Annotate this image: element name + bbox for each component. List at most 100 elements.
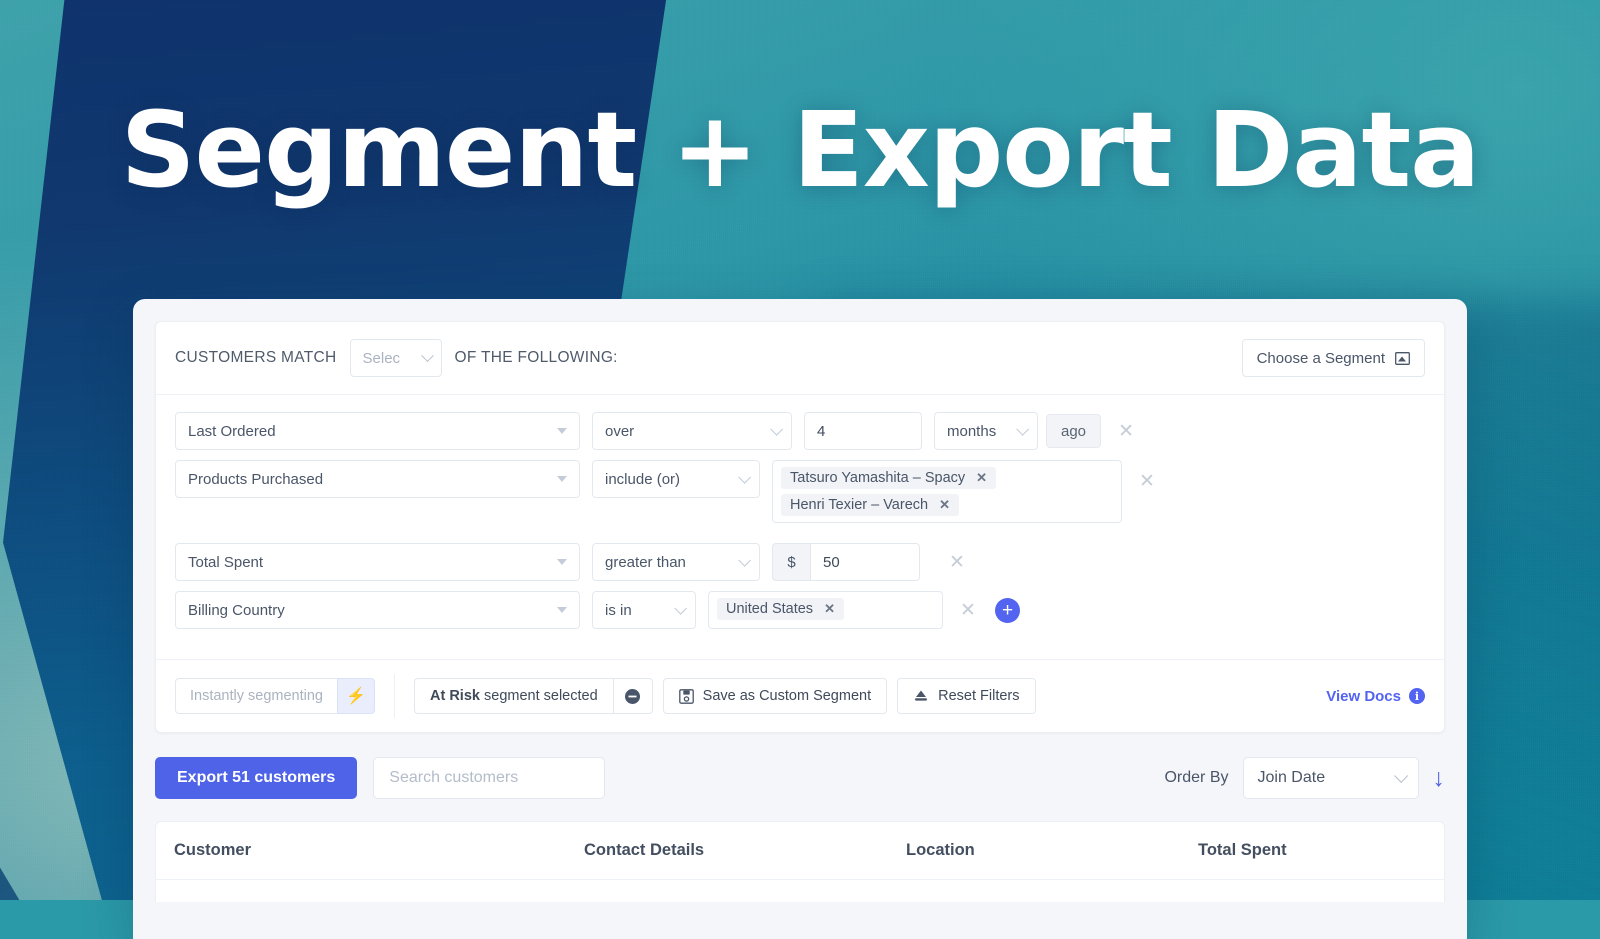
chevron-down-icon [738,471,751,484]
tag-label: Henri Texier – Varech [790,497,928,513]
filter-field-value-3: Billing Country [188,602,285,619]
filter-field-select-1[interactable]: Products Purchased [175,460,580,498]
reset-filters-button[interactable]: Reset Filters [897,678,1035,714]
active-segment-pill: At Risk segment selected [414,678,653,714]
filter-card: CUSTOMERS MATCH Selec OF THE FOLLOWING: … [155,321,1445,733]
chevron-down-icon [1016,423,1029,436]
caret-down-icon [557,476,567,482]
results-table-header: Customer Contact Details Location Total … [156,822,1444,880]
match-type-select[interactable]: Selec [350,339,442,377]
filter-operator-select-2[interactable]: greater than [592,543,760,581]
chevron-down-icon [1394,769,1408,783]
filter-tag-input-1[interactable]: Tatsuro Yamashita – Spacy ✕ Henri Texier… [772,460,1122,523]
save-as-custom-segment-label: Save as Custom Segment [703,688,871,704]
tag-label: Tatsuro Yamashita – Spacy [790,470,965,486]
view-docs-label: View Docs [1326,688,1401,705]
filter-operator-select-3[interactable]: is in [592,591,696,629]
filter-field-value-0: Last Ordered [188,423,276,440]
filter-operator-select-0[interactable]: over [592,412,792,450]
add-filter-row-button[interactable]: + [995,598,1020,623]
filter-operator-value-1: include (or) [605,471,680,488]
chevron-down-icon [770,423,783,436]
chevron-down-icon [738,554,751,567]
segment-box-icon [1395,352,1410,365]
filter-ago-label-0: ago [1061,423,1086,440]
filter-row-total-spent: Total Spent greater than $ 50 ✕ [175,543,1425,581]
active-segment-name: At Risk [430,688,480,704]
filter-amount-value-2: 50 [823,554,840,571]
caret-down-icon [557,428,567,434]
column-header-location: Location [906,841,1198,860]
column-header-contact-details: Contact Details [584,841,906,860]
filter-unit-value-0: months [947,423,996,440]
instant-segmenting-label: Instantly segmenting [175,678,337,714]
toolbar-divider [394,674,395,718]
filter-card-footer: Instantly segmenting ⚡ At Risk segment s… [156,659,1444,732]
save-disk-icon [679,689,694,704]
filter-field-select-2[interactable]: Total Spent [175,543,580,581]
filter-number-value-0: 4 [817,423,825,440]
filter-tag-input-3[interactable]: United States ✕ [708,591,943,629]
lightning-bolt-icon[interactable]: ⚡ [337,678,375,714]
filter-rows: Last Ordered over 4 months ago ✕ [156,395,1444,659]
order-by-select[interactable]: Join Date [1243,757,1419,799]
filter-row-last-ordered: Last Ordered over 4 months ago ✕ [175,412,1425,450]
match-type-value: Selec [363,350,401,367]
tag-remove-icon[interactable]: ✕ [824,601,835,617]
export-toolbar: Export 51 customers Search customers Ord… [155,733,1445,821]
filter-field-select-3[interactable]: Billing Country [175,591,580,629]
remove-filter-row-3[interactable]: ✕ [955,591,981,629]
page-title: Segment + Export Data [0,98,1600,202]
arrow-down-icon[interactable]: ↓ [1433,766,1446,791]
export-customers-button[interactable]: Export 51 customers [155,757,357,799]
caret-down-icon [557,559,567,565]
filter-operator-value-3: is in [605,602,632,619]
filter-card-header: CUSTOMERS MATCH Selec OF THE FOLLOWING: … [156,322,1444,395]
filter-unit-select-0[interactable]: months [934,412,1038,450]
tag-chip[interactable]: Henri Texier – Varech ✕ [781,494,959,516]
tag-label: United States [726,601,813,617]
tag-chip[interactable]: Tatsuro Yamashita – Spacy ✕ [781,467,996,489]
active-segment-label: At Risk segment selected [414,678,613,714]
filter-operator-value-0: over [605,423,634,440]
remove-filter-row-1[interactable]: ✕ [1134,460,1160,498]
filter-field-value-1: Products Purchased [188,471,323,488]
filter-amount-input-2[interactable]: 50 [810,543,920,581]
minus-circle-icon[interactable] [613,678,653,714]
filter-operator-value-2: greater than [605,554,686,571]
table-row [156,880,1444,902]
filter-money-group-2: $ 50 [772,543,920,581]
remove-filter-row-2[interactable]: ✕ [944,543,970,581]
instant-segmenting-group: Instantly segmenting ⚡ [175,678,375,714]
filter-row-billing-country: Billing Country is in United States ✕ ✕ … [175,591,1425,629]
chevron-down-icon [674,602,687,615]
caret-down-icon [557,607,567,613]
chevron-down-icon [421,349,434,362]
eraser-icon [913,689,929,704]
tag-chip[interactable]: United States ✕ [717,598,844,620]
save-as-custom-segment-button[interactable]: Save as Custom Segment [663,678,887,714]
column-header-total-spent: Total Spent [1198,841,1426,860]
of-the-following-label: OF THE FOLLOWING: [455,349,618,367]
filter-operator-select-1[interactable]: include (or) [592,460,760,498]
choose-a-segment-button[interactable]: Choose a Segment [1242,339,1425,377]
view-docs-link[interactable]: View Docs i [1326,688,1425,705]
filter-ago-toggle-0[interactable]: ago [1046,414,1101,448]
choose-a-segment-label: Choose a Segment [1257,350,1385,367]
customers-match-label: CUSTOMERS MATCH [175,349,337,367]
filter-number-input-0[interactable]: 4 [804,412,922,450]
remove-filter-row-0[interactable]: ✕ [1113,412,1139,450]
tag-remove-icon[interactable]: ✕ [976,470,987,486]
app-panel: CUSTOMERS MATCH Selec OF THE FOLLOWING: … [133,299,1467,939]
search-customers-input[interactable]: Search customers [373,757,605,799]
order-by-value: Join Date [1258,769,1326,787]
tag-remove-icon[interactable]: ✕ [939,497,950,513]
filter-row-products-purchased: Products Purchased include (or) Tatsuro … [175,460,1425,523]
currency-prefix-icon: $ [772,543,810,581]
info-icon: i [1409,688,1425,704]
order-by-label: Order By [1164,769,1228,787]
active-segment-suffix: segment selected [484,688,598,704]
column-header-customer: Customer [174,841,584,860]
filter-field-select-0[interactable]: Last Ordered [175,412,580,450]
reset-filters-label: Reset Filters [938,688,1019,704]
